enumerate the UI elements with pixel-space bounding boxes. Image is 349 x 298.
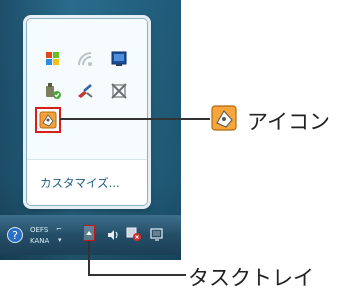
power-icon[interactable] bbox=[149, 226, 165, 242]
customize-section: カスタマイズ... bbox=[27, 159, 147, 205]
network-icon[interactable] bbox=[125, 226, 141, 242]
tool-icon[interactable] bbox=[75, 81, 95, 101]
display-icon[interactable] bbox=[109, 49, 129, 69]
show-hidden-icons-button[interactable] bbox=[83, 225, 95, 241]
device-icon[interactable] bbox=[43, 81, 63, 101]
svg-text:?: ? bbox=[12, 229, 18, 242]
ime-indicator-bottom[interactable]: ▾ bbox=[58, 236, 62, 244]
windows-flag-icon[interactable] bbox=[43, 49, 63, 69]
ime-status-bottom[interactable]: KANA bbox=[30, 237, 49, 245]
help-icon[interactable]: ? bbox=[6, 226, 24, 244]
icon-callout-label: アイコン bbox=[247, 110, 330, 134]
tray-leader-vertical bbox=[88, 241, 90, 275]
customize-link[interactable]: カスタマイズ... bbox=[40, 175, 120, 191]
taskbar-tray-area: ? OEFS ⌐ KANA ▾ bbox=[0, 215, 181, 255]
volume-icon[interactable] bbox=[106, 227, 120, 241]
notification-area-popup: カスタマイズ... bbox=[26, 18, 148, 206]
tray-leader-horizontal bbox=[88, 274, 186, 276]
icon-leader-line bbox=[60, 118, 210, 120]
wireless-icon[interactable] bbox=[75, 49, 95, 69]
chevron-up-icon bbox=[86, 231, 92, 235]
enlarged-app-icon bbox=[210, 104, 238, 132]
ime-indicator-top[interactable]: ⌐ bbox=[56, 225, 62, 233]
highlighted-icon-frame bbox=[35, 107, 61, 133]
app-icon[interactable] bbox=[37, 109, 59, 131]
tray-callout-label: タスクトレイ bbox=[188, 266, 314, 290]
disabled-icon[interactable] bbox=[109, 81, 129, 101]
overflow-icons-panel bbox=[27, 19, 147, 159]
ime-status-top[interactable]: OEFS bbox=[30, 226, 48, 234]
